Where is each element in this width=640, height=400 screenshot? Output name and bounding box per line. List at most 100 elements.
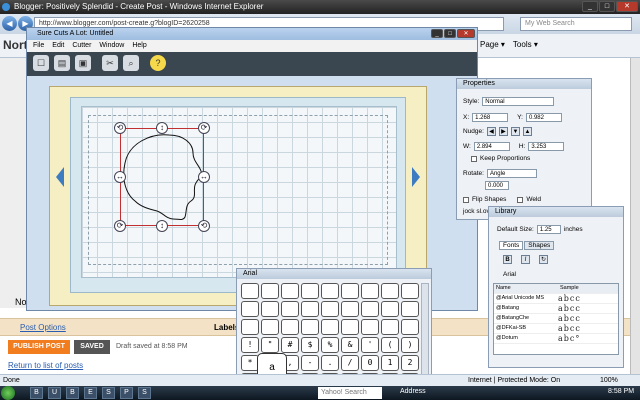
rotate-handle-icon[interactable]: ⟲ — [114, 122, 126, 134]
height-field[interactable]: 3.253 — [528, 142, 565, 151]
rotate-handle-icon[interactable]: ⟳ — [114, 220, 126, 232]
resize-vertical-handle-icon[interactable]: ↕ — [156, 122, 168, 134]
flip-shapes-checkbox[interactable] — [463, 196, 469, 203]
character-key[interactable] — [381, 319, 399, 335]
taskbar-button[interactable]: U — [48, 387, 61, 399]
page-menu[interactable]: Page ▾ — [480, 40, 505, 49]
character-key[interactable]: " — [261, 337, 279, 353]
character-key[interactable] — [261, 283, 279, 299]
character-key[interactable] — [281, 301, 299, 317]
character-key[interactable] — [381, 301, 399, 317]
return-to-posts-link[interactable]: Return to list of posts — [8, 361, 83, 370]
character-key[interactable]: $ — [301, 337, 319, 353]
zoom-level[interactable]: 100% — [600, 375, 618, 386]
character-key[interactable] — [381, 283, 399, 299]
character-key[interactable]: - — [301, 355, 319, 371]
menu-file[interactable]: File — [33, 40, 44, 52]
start-icon[interactable] — [1, 386, 15, 400]
menu-cutter[interactable]: Cutter — [72, 40, 91, 52]
selection-box[interactable] — [120, 128, 204, 226]
angle-field[interactable]: 0.000 — [485, 181, 509, 190]
character-key[interactable] — [321, 283, 339, 299]
character-key[interactable] — [301, 283, 319, 299]
character-key[interactable] — [361, 319, 379, 335]
character-map-scrollbar[interactable] — [421, 283, 429, 383]
character-key[interactable] — [241, 283, 259, 299]
keep-proportions-checkbox[interactable] — [471, 155, 477, 162]
close-button[interactable]: ✕ — [616, 1, 638, 12]
rotate-select[interactable]: Angle — [486, 169, 537, 178]
character-key[interactable]: & — [341, 337, 359, 353]
character-key[interactable] — [361, 283, 379, 299]
taskbar-button[interactable]: E — [84, 387, 97, 399]
character-key[interactable] — [261, 301, 279, 317]
character-key[interactable] — [241, 301, 259, 317]
nudge-up-icon[interactable]: ▲ — [522, 127, 532, 136]
mat-left-arrow-icon[interactable] — [56, 167, 64, 187]
maximize-button[interactable]: □ — [599, 1, 615, 12]
taskbar-button[interactable]: P — [120, 387, 133, 399]
list-item[interactable]: @Batang abcc — [494, 304, 618, 314]
resize-vertical-handle-icon[interactable]: ↕ — [156, 220, 168, 232]
post-options-link[interactable]: Post Options — [20, 323, 66, 332]
nudge-down-icon[interactable]: ▼ — [510, 127, 520, 136]
refresh-icon[interactable]: ↻ — [539, 255, 548, 264]
list-item[interactable]: @Dotum abc° — [494, 334, 618, 344]
open-icon[interactable]: ▤ — [54, 55, 70, 71]
tab-fonts[interactable]: Fonts — [499, 241, 524, 250]
character-key[interactable] — [241, 319, 259, 335]
character-key[interactable]: 1 — [381, 355, 399, 371]
mat-grid[interactable]: ⟲ ↕ ⟳ ↔ ↔ ⟳ ↕ ⟲ — [81, 106, 397, 278]
character-key[interactable]: ( — [381, 337, 399, 353]
character-key[interactable] — [261, 319, 279, 335]
style-select[interactable]: Normal — [482, 97, 555, 106]
list-item[interactable]: @BatangChe abcc — [494, 314, 618, 324]
character-key[interactable] — [301, 301, 319, 317]
resize-horizontal-handle-icon[interactable]: ↔ — [198, 171, 210, 183]
menu-window[interactable]: Window — [99, 40, 124, 52]
menu-edit[interactable]: Edit — [52, 40, 64, 52]
sca-minimize-button[interactable]: _ — [431, 29, 443, 38]
character-key[interactable] — [301, 319, 319, 335]
character-key[interactable] — [401, 319, 419, 335]
nudge-right-icon[interactable]: ▶ — [498, 127, 508, 136]
sca-maximize-button[interactable]: □ — [444, 29, 456, 38]
resize-horizontal-handle-icon[interactable]: ↔ — [114, 171, 126, 183]
minimize-button[interactable]: _ — [582, 1, 598, 12]
character-key[interactable] — [341, 319, 359, 335]
taskbar-search-input[interactable]: Yahoo! Search — [318, 387, 382, 399]
character-key[interactable]: # — [281, 337, 299, 353]
width-field[interactable]: 2.894 — [473, 142, 510, 151]
weld-checkbox[interactable] — [517, 196, 524, 203]
cut-icon[interactable]: ✂ — [102, 55, 118, 71]
rotate-handle-icon[interactable]: ⟳ — [198, 122, 210, 134]
bold-icon[interactable]: B — [503, 255, 512, 264]
character-key[interactable] — [321, 319, 339, 335]
new-icon[interactable]: ☐ — [33, 55, 49, 71]
tab-shapes[interactable]: Shapes — [524, 241, 555, 250]
character-key[interactable]: ) — [401, 337, 419, 353]
character-key[interactable]: ! — [241, 337, 259, 353]
x-field[interactable]: 1.268 — [472, 113, 509, 122]
character-key[interactable]: 0 — [361, 355, 379, 371]
list-item[interactable]: @Arial Unicode MS abcc — [494, 294, 618, 304]
publish-post-button[interactable]: PUBLISH POST — [8, 340, 70, 354]
sca-close-button[interactable]: ✕ — [457, 29, 475, 38]
zoom-icon[interactable]: ⌕ — [123, 55, 139, 71]
nudge-left-icon[interactable]: ◀ — [486, 127, 496, 136]
character-key[interactable] — [281, 283, 299, 299]
y-field[interactable]: 0.982 — [525, 113, 562, 122]
character-key[interactable] — [361, 301, 379, 317]
save-icon[interactable]: ▣ — [75, 55, 91, 71]
taskbar-button[interactable]: B — [66, 387, 79, 399]
silhouette-shape[interactable] — [121, 129, 205, 227]
list-item[interactable]: @DFKai-SB abcc — [494, 324, 618, 334]
character-key[interactable] — [341, 301, 359, 317]
character-key[interactable]: . — [321, 355, 339, 371]
page-scrollbar[interactable] — [630, 58, 640, 374]
help-icon[interactable]: ? — [150, 55, 166, 71]
character-key[interactable] — [401, 283, 419, 299]
character-key[interactable]: / — [341, 355, 359, 371]
character-key[interactable] — [321, 301, 339, 317]
character-key[interactable]: % — [321, 337, 339, 353]
